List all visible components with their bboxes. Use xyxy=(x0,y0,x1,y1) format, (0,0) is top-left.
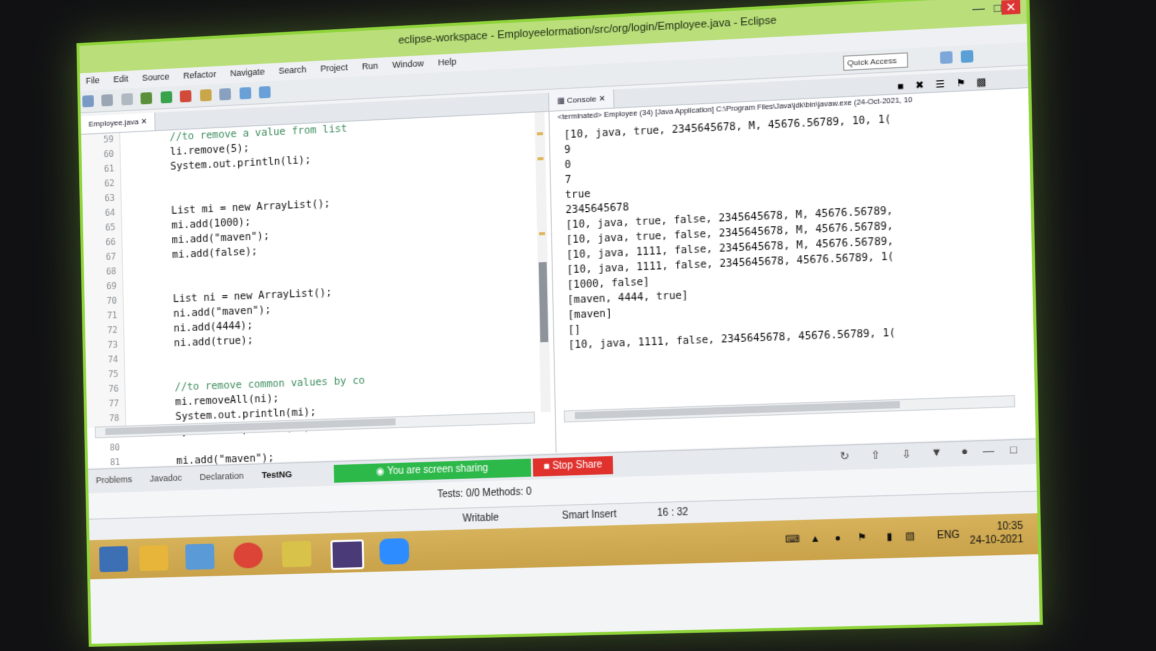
system-clock[interactable]: 10:35 24-10-2021 xyxy=(970,520,1024,548)
code-area[interactable]: 59 //to remove a value from list 60 li.re… xyxy=(121,113,537,427)
editor-vscrollbar[interactable] xyxy=(539,262,549,342)
stop-icon[interactable] xyxy=(180,90,192,102)
overview-ruler[interactable] xyxy=(535,112,551,412)
menu-window[interactable]: Window xyxy=(392,58,424,70)
save-icon[interactable] xyxy=(102,94,114,106)
chrome-icon[interactable] xyxy=(233,542,263,568)
eclipse-icon[interactable] xyxy=(330,539,364,570)
network-icon[interactable]: ● xyxy=(835,533,841,544)
menu-search[interactable]: Search xyxy=(278,64,306,75)
view-menu-icon[interactable]: ▼ xyxy=(931,447,943,460)
run-icon[interactable] xyxy=(160,91,172,103)
menu-help[interactable]: Help xyxy=(438,57,456,68)
display-console-icon[interactable]: ▩ xyxy=(976,74,986,93)
line-number: 68 xyxy=(88,265,117,281)
notepad-icon[interactable] xyxy=(185,544,214,570)
globe-icon[interactable]: ● xyxy=(961,446,968,458)
language-indicator[interactable]: ENG xyxy=(937,530,960,542)
stop-share-button[interactable]: ■ Stop Share xyxy=(533,456,613,477)
tab-javadoc[interactable]: Javadoc xyxy=(150,473,182,484)
keyboard-icon[interactable]: ⌨ xyxy=(785,534,800,546)
line-number: 69 xyxy=(88,280,117,296)
remove-launch-icon[interactable]: ✖ xyxy=(915,77,924,96)
line-number: 61 xyxy=(86,163,115,179)
terminate-icon[interactable]: ■ xyxy=(897,78,904,97)
start-icon[interactable] xyxy=(99,546,128,572)
forward-icon[interactable] xyxy=(259,86,271,98)
line-number: 71 xyxy=(89,309,118,325)
line-number: 77 xyxy=(90,397,119,413)
clear-console-icon[interactable]: ☰ xyxy=(935,76,945,95)
cursor-position: 16 : 32 xyxy=(657,507,688,519)
tray-arrow-icon[interactable]: ▲ xyxy=(810,534,820,545)
tab-declaration[interactable]: Declaration xyxy=(200,471,244,482)
menu-project[interactable]: Project xyxy=(320,62,348,73)
line-number: 64 xyxy=(86,207,115,223)
line-number: 67 xyxy=(87,251,116,267)
line-number: 72 xyxy=(89,324,118,340)
console-icon: ▦ xyxy=(557,96,565,105)
line-number: 62 xyxy=(86,177,115,193)
line-number: 76 xyxy=(90,383,119,399)
line-number: 66 xyxy=(87,236,116,252)
code-editor[interactable]: Employee.java ✕ 59 //to remove a value f… xyxy=(81,93,557,468)
flag-icon[interactable]: ⚑ xyxy=(857,532,866,543)
back-icon[interactable] xyxy=(239,87,251,99)
maximize-view-icon[interactable]: □ xyxy=(1010,444,1017,456)
writable-status: Writable xyxy=(462,513,498,525)
battery-icon[interactable]: ▧ xyxy=(905,531,915,542)
line-number: 70 xyxy=(88,295,117,311)
previous-failure-icon[interactable]: ⇧ xyxy=(871,448,881,462)
menu-run[interactable]: Run xyxy=(362,61,378,72)
menu-refactor[interactable]: Refactor xyxy=(183,69,216,81)
editor-tab-employee[interactable]: Employee.java ✕ xyxy=(81,113,156,134)
tab-testng[interactable]: TestNG xyxy=(262,469,293,480)
minimize-icon[interactable]: — xyxy=(972,1,985,16)
rerun-tests-icon[interactable]: ↻ xyxy=(840,449,850,462)
line-number: 63 xyxy=(86,192,115,208)
new-icon[interactable] xyxy=(82,95,94,107)
sticky-notes-icon[interactable] xyxy=(282,541,312,567)
console-hscrollbar[interactable] xyxy=(564,395,1015,422)
line-number: 59 xyxy=(85,133,114,149)
close-icon[interactable]: ✕ xyxy=(1001,0,1020,15)
minimize-view-icon[interactable]: — xyxy=(983,445,995,458)
menu-navigate[interactable]: Navigate xyxy=(230,67,265,79)
perspective-icon[interactable] xyxy=(940,51,953,64)
debug-icon[interactable] xyxy=(141,92,153,104)
console-view[interactable]: ▦ Console ✕ ■ ✖ ☰ ⚑ ▩ <terminated> Emplo… xyxy=(549,69,1036,453)
print-icon[interactable] xyxy=(121,93,133,105)
java-perspective-icon[interactable] xyxy=(961,50,974,63)
line-number: 60 xyxy=(85,148,114,164)
line-number: 65 xyxy=(87,221,116,237)
line-number: 75 xyxy=(90,368,119,384)
line-number: 74 xyxy=(89,353,118,369)
next-failure-icon[interactable]: ⇩ xyxy=(902,448,912,462)
pin-console-icon[interactable]: ⚑ xyxy=(956,75,966,94)
tab-problems[interactable]: Problems xyxy=(96,474,132,485)
screen-share-icon: ◉ xyxy=(376,466,387,477)
menu-file[interactable]: File xyxy=(86,75,100,85)
tests-methods-count: Tests: 0/0 Methods: 0 xyxy=(437,487,531,501)
screen-sharing-banner: ◉ You are screen sharing xyxy=(334,459,531,483)
line-number: 73 xyxy=(89,339,118,355)
projected-screen: eclipse-workspace - Employeelormation/sr… xyxy=(76,0,1042,647)
menu-source[interactable]: Source xyxy=(142,72,170,83)
zoom-icon[interactable] xyxy=(379,538,409,565)
line-number: 80 xyxy=(91,441,120,457)
signal-icon[interactable]: ▮ xyxy=(887,532,893,543)
console-tab[interactable]: ▦ Console ✕ xyxy=(549,90,614,111)
console-output: [10, java, true, 2345645678, M, 45676.56… xyxy=(564,106,1029,353)
insert-mode-status: Smart Insert xyxy=(562,509,617,522)
quick-access-input[interactable]: Quick Access xyxy=(843,52,908,71)
search-icon[interactable] xyxy=(219,88,231,100)
menu-edit[interactable]: Edit xyxy=(113,74,128,85)
file-explorer-icon[interactable] xyxy=(139,545,168,571)
package-icon[interactable] xyxy=(200,89,212,101)
